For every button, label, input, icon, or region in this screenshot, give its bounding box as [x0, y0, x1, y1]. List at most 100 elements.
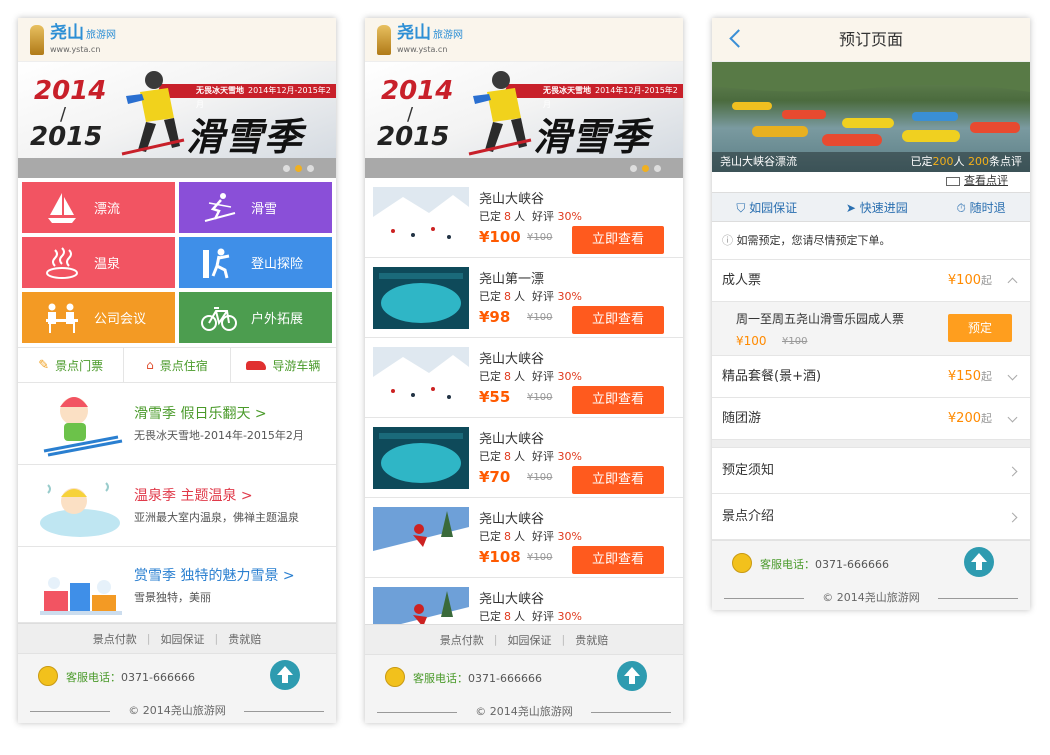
logo[interactable]: 尧山 旅游网 www.ysta.cn: [377, 24, 463, 55]
category-hot-spring[interactable]: 温泉: [22, 237, 175, 288]
listing-screen: 尧山 旅游网 www.ysta.cn 无畏冰天雪地 2014年12月-2015年2月…: [365, 18, 683, 723]
promo-title: 温泉季 主题温泉: [134, 488, 237, 504]
footer-link-compensation[interactable]: 贵就赔: [228, 631, 261, 647]
promo-snow-view[interactable]: 赏雪季 独特的魅力雪景 > 雪景独特，美丽: [18, 547, 336, 623]
attraction-item[interactable]: 尧山大峡谷已定 8 人 好评 30% ¥55 ¥100 立即查看: [365, 338, 683, 418]
promo-hot-spring[interactable]: 温泉季 主题温泉 > 亚洲最大室内温泉，佛禅主题温泉: [18, 465, 336, 547]
attraction-item[interactable]: 尧山大峡谷 已定 8 人 好评 30% ¥100 ¥100 立即查看: [365, 178, 683, 258]
customer-service-phone[interactable]: 客服电话：0371-666666: [413, 670, 542, 686]
quick-link-guides[interactable]: 导游车辆: [231, 348, 336, 382]
chevron-right-icon: [1007, 512, 1018, 523]
chevron-down-icon: [1007, 370, 1018, 381]
view-now-button[interactable]: 立即查看: [572, 386, 664, 414]
footer-link-payment[interactable]: 景点付款: [93, 631, 137, 647]
hot-spring-icon: [46, 246, 78, 279]
snow-scene-illustration: [40, 577, 122, 615]
copyright-icon: ©: [822, 591, 834, 604]
attraction-item[interactable]: 尧山大峡谷已定8人 好评 30%立即查看: [365, 578, 683, 624]
customer-service-phone[interactable]: 客服电话：0371-666666: [66, 669, 195, 685]
carousel-dots[interactable]: [283, 165, 314, 172]
smiley-icon: [385, 667, 405, 687]
promo-subtitle: 亚洲最大室内温泉，佛禅主题温泉: [134, 511, 299, 524]
banner-ribbon-brand: 无畏冰天雪地: [196, 86, 244, 95]
attraction-price: ¥55: [479, 388, 511, 406]
attraction-item[interactable]: 尧山大峡谷 已定 8 人 好评 30% ¥108 ¥100 立即查看: [365, 498, 683, 578]
house-icon: ⌂: [146, 358, 154, 372]
carousel-dots[interactable]: [630, 165, 661, 172]
view-now-button[interactable]: 立即查看: [572, 546, 664, 574]
comment-icon: [946, 176, 960, 186]
attraction-stats: 已定 8 人 好评 30%: [479, 370, 582, 383]
category-skiing[interactable]: 滑雪: [179, 182, 332, 233]
chevron-down-icon: [1007, 412, 1018, 423]
attraction-name: 尧山第一漂: [479, 272, 545, 287]
footer-contact: 客服电话：0371-666666: [712, 540, 1030, 584]
ticket-option: 周一至周五尧山滑雪乐园成人票 ¥100 ¥100 预定: [712, 302, 1030, 356]
category-label: 温泉: [94, 257, 121, 272]
ticket-group-tour[interactable]: 随团游 ¥200起: [712, 398, 1030, 440]
footer-link-payment[interactable]: 景点付款: [440, 632, 484, 648]
car-icon: [246, 360, 267, 370]
category-meeting[interactable]: 公司会议: [22, 292, 175, 343]
carousel-dot[interactable]: [654, 165, 661, 172]
banner-carousel[interactable]: 无畏冰天雪地 2014年12月-2015年2月 2014 / 2015 滑雪季: [18, 62, 336, 178]
back-arrow-icon[interactable]: [729, 29, 748, 48]
booking-screen: 预订页面 尧山大峡谷漂流 已定200人 200条点评 查看点评 ⛉ 如园保证 ➤…: [712, 18, 1030, 610]
carousel-dot[interactable]: [630, 165, 637, 172]
attraction-photo[interactable]: 尧山大峡谷漂流 已定200人 200条点评: [712, 62, 1030, 172]
view-reviews-link[interactable]: 查看点评: [712, 172, 1030, 192]
category-grid: 漂流 滑雪 温泉 登山探险 公司会议 户外拓展: [18, 178, 336, 347]
banner-ribbon-brand: 无畏冰天雪地: [543, 86, 591, 95]
guarantee-park: ⛉ 如园保证: [736, 200, 798, 215]
attraction-list: 尧山大峡谷 已定 8 人 好评 30% ¥100 ¥100 立即查看 尧山第一漂 已定 8 人 好评…: [365, 178, 683, 624]
footer-link-compensation[interactable]: 贵就赔: [575, 632, 608, 648]
category-outdoor[interactable]: 户外拓展: [179, 292, 332, 343]
promo-subtitle: 无畏冰天雪地-2014年-2015年2月: [134, 429, 304, 442]
carousel-dot-active[interactable]: [642, 165, 649, 172]
back-to-top-button[interactable]: [270, 660, 300, 690]
logo[interactable]: 尧山 旅游网 www.ysta.cn: [30, 24, 116, 55]
promo-subtitle: 雪景独特，美丽: [134, 591, 211, 604]
attraction-thumbnail: [373, 187, 469, 249]
info-icon: ⓘ: [722, 234, 733, 247]
carousel-dot-active[interactable]: [295, 165, 302, 172]
attraction-item[interactable]: 尧山第一漂 已定 8 人 好评 30% ¥98 ¥100 立即查看: [365, 258, 683, 338]
view-now-button[interactable]: 立即查看: [572, 226, 664, 254]
category-label: 公司会议: [94, 312, 147, 327]
customer-service-phone[interactable]: 客服电话：0371-666666: [760, 556, 889, 572]
carousel-dot[interactable]: [283, 165, 290, 172]
footer-link-guarantee[interactable]: 如园保证: [161, 631, 205, 647]
attraction-name: 尧山大峡谷: [479, 352, 545, 367]
carousel-dot[interactable]: [307, 165, 314, 172]
banner-year-start: 2014: [34, 76, 107, 106]
view-now-button[interactable]: 立即查看: [572, 466, 664, 494]
attraction-thumbnail: [373, 507, 469, 569]
booking-notes-row[interactable]: 预定须知: [712, 448, 1030, 494]
footer-link-guarantee[interactable]: 如园保证: [508, 632, 552, 648]
chevron-right-icon: >: [254, 406, 267, 422]
quick-link-lodging[interactable]: ⌂ 景点住宿: [124, 348, 231, 382]
arrow-up-icon: [971, 553, 987, 570]
attraction-intro-row[interactable]: 景点介绍: [712, 494, 1030, 540]
back-to-top-button[interactable]: [617, 661, 647, 691]
attraction-item[interactable]: 尧山大峡谷 已定 8 人 好评 30% ¥70 ¥100 立即查看: [365, 418, 683, 498]
category-rafting[interactable]: 漂流: [22, 182, 175, 233]
view-now-button[interactable]: 立即查看: [572, 306, 664, 334]
clock-icon: ⏱: [956, 200, 966, 215]
banner-carousel[interactable]: 无畏冰天雪地 2014年12月-2015年2月 2014 / 2015 滑雪季: [365, 62, 683, 178]
back-to-top-button[interactable]: [964, 547, 994, 577]
copyright-icon: ©: [128, 704, 140, 717]
logo-title: 尧山: [50, 23, 84, 43]
ticket-package[interactable]: 精品套餐(景+酒) ¥150起: [712, 356, 1030, 398]
footer-copyright: © 2014尧山旅游网: [18, 697, 336, 723]
attraction-old-price: ¥100: [527, 392, 553, 403]
attraction-name: 尧山大峡谷: [479, 192, 545, 207]
banner-season-title: 滑雪季: [186, 115, 304, 159]
category-climbing[interactable]: 登山探险: [179, 237, 332, 288]
quick-link-tickets[interactable]: ✎ 景点门票: [18, 348, 125, 382]
attraction-price: ¥70: [479, 468, 511, 486]
promo-ski[interactable]: 滑雪季 假日乐翻天 > 无畏冰天雪地-2014年-2015年2月: [18, 383, 336, 465]
book-button[interactable]: 预定: [948, 314, 1012, 342]
attraction-name: 尧山大峡谷: [479, 432, 545, 447]
ticket-adult[interactable]: 成人票 ¥100起: [712, 260, 1030, 302]
